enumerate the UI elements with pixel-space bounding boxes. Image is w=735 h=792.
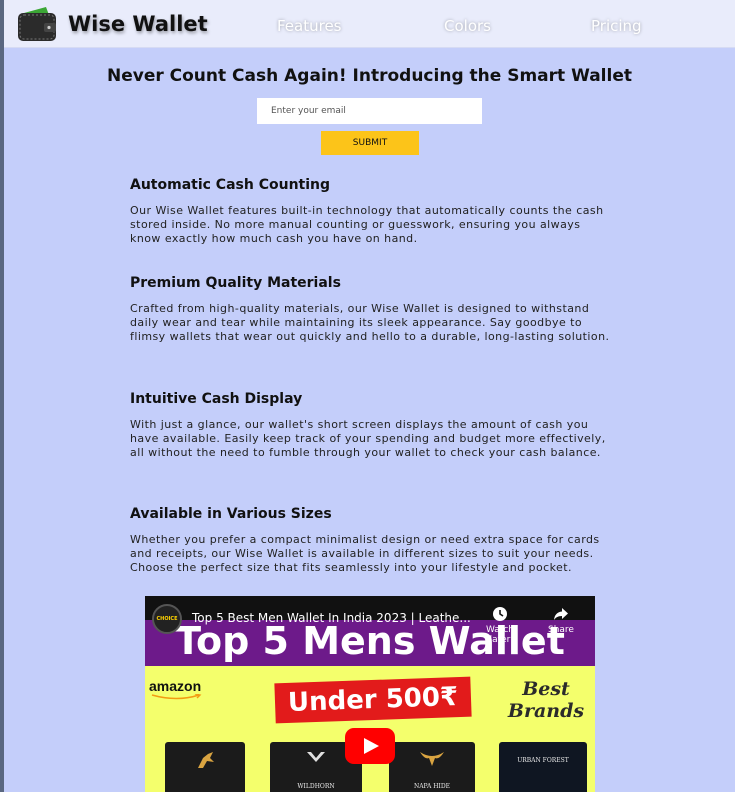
- wildhorn-logo-icon: [307, 752, 325, 762]
- feature-premium-materials: Premium Quality Materials Crafted from h…: [130, 275, 610, 344]
- feature-intuitive-cash-display: Intuitive Cash Display With just a glanc…: [130, 391, 610, 460]
- submit-button[interactable]: SUBMIT: [321, 131, 419, 155]
- feature-body: Whether you prefer a compact minimalist …: [130, 533, 600, 574]
- watch-later-label: Watch later: [485, 625, 515, 645]
- bull-logo-icon: [420, 752, 444, 766]
- price-badge: Under 500₹: [274, 676, 472, 724]
- channel-avatar[interactable]: CHOICE: [152, 604, 182, 634]
- video-embed[interactable]: Top 5 Mens Wallet CHOICE Top 5 Best Men …: [145, 596, 595, 792]
- nav-link-features[interactable]: Features: [277, 17, 342, 35]
- video-title[interactable]: Top 5 Best Men Wallet In India 2023 | Le…: [192, 611, 471, 625]
- feature-body: Our Wise Wallet features built-in techno…: [130, 204, 604, 245]
- navbar: Wise Wallet Features Colors Pricing: [4, 0, 735, 48]
- wallet-brand-label: WILDHORN: [297, 783, 335, 790]
- wallet-logo-icon: [18, 7, 56, 41]
- feature-body: With just a glance, our wallet's short s…: [130, 418, 606, 459]
- brand-name: Wise Wallet: [68, 12, 208, 36]
- wallet-thumbnail: [165, 742, 245, 792]
- feature-heading: Intuitive Cash Display: [130, 391, 303, 407]
- wallet-brand-label: URBAN FOREST: [517, 757, 569, 764]
- share-label: Share: [548, 625, 574, 635]
- nav-link-colors[interactable]: Colors: [444, 17, 491, 35]
- amazon-smile-icon: [151, 694, 202, 700]
- clock-icon: [493, 607, 507, 621]
- feature-heading: Premium Quality Materials: [130, 275, 341, 291]
- feature-various-sizes: Available in Various Sizes Whether you p…: [130, 506, 610, 575]
- watch-later-button[interactable]: Watch later: [480, 606, 520, 645]
- share-icon: [554, 608, 568, 620]
- horse-logo-icon: [198, 752, 214, 768]
- play-button[interactable]: [345, 728, 395, 764]
- best-brands-label: Best Brands: [507, 678, 585, 722]
- nav-link-pricing[interactable]: Pricing: [591, 17, 642, 35]
- feature-body: Crafted from high-quality materials, our…: [130, 302, 610, 343]
- hero-title: Never Count Cash Again! Introducing the …: [106, 66, 632, 86]
- wallet-thumbnail: URBAN FOREST: [499, 742, 587, 792]
- wallet-thumbnail: NAPA HIDE: [389, 742, 475, 792]
- feature-heading: Automatic Cash Counting: [130, 177, 331, 193]
- wallet-brand-label: NAPA HIDE: [413, 783, 451, 790]
- share-button[interactable]: Share: [541, 606, 581, 635]
- feature-automatic-cash-counting: Automatic Cash Counting Our Wise Wallet …: [130, 177, 610, 246]
- amazon-logo: amazon: [149, 678, 202, 694]
- landing-page: Wise Wallet Features Colors Pricing Neve…: [4, 0, 735, 792]
- video-banner-text: Top 5 Mens Wallet: [175, 619, 565, 663]
- feature-heading: Available in Various Sizes: [130, 506, 332, 522]
- email-field[interactable]: [257, 98, 482, 124]
